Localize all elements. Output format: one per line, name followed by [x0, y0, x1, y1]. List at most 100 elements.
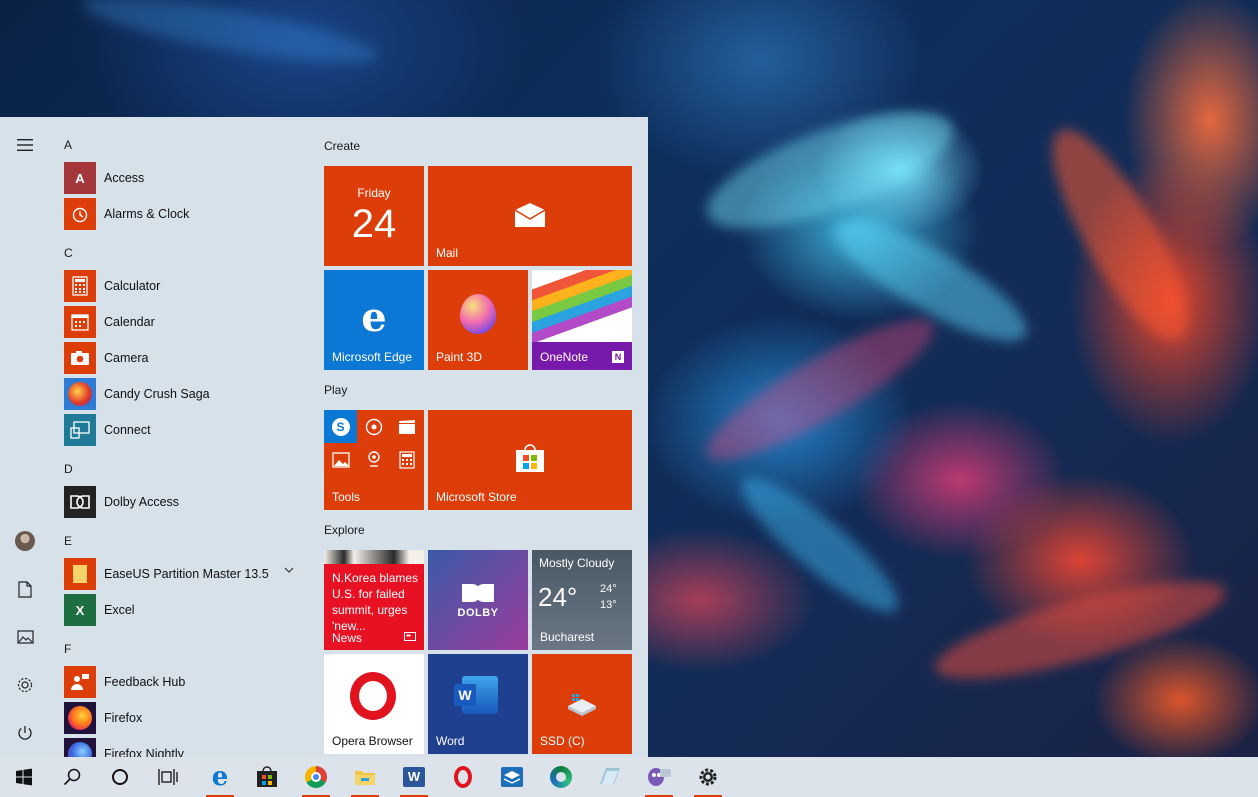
dolby-wordmark: DOLBY [457, 607, 499, 619]
app-item-dolby-access[interactable]: Dolby Access [64, 485, 304, 519]
section-header-e[interactable]: E [64, 534, 72, 548]
cortana-button[interactable] [96, 757, 144, 797]
onenote-tile[interactable]: OneNote N [532, 270, 632, 370]
microsoft-edge-tile[interactable]: e Microsoft Edge [324, 270, 424, 370]
power-icon [18, 726, 32, 740]
taskbar-hexchat-button[interactable] [635, 757, 683, 797]
calculator-icon [399, 451, 415, 469]
microsoft-store-tile[interactable]: Microsoft Store [428, 410, 632, 510]
search-button[interactable] [48, 757, 96, 797]
tile-group-play[interactable]: Play [324, 383, 347, 397]
app-item-feedback-hub[interactable]: Feedback Hub [64, 665, 304, 699]
document-icon [18, 580, 32, 598]
section-header-d[interactable]: D [64, 462, 73, 476]
weather-low: 13° [600, 599, 617, 611]
dolby-logo-icon [462, 584, 494, 602]
onenote-tile-label: OneNote [540, 350, 589, 364]
app-item-access[interactable]: A Access [64, 161, 304, 195]
avatar [15, 531, 35, 551]
news-tile[interactable]: N.Korea blames U.S. for failed summit, u… [324, 550, 424, 650]
app-item-calendar[interactable]: Calendar [64, 305, 304, 339]
opera-icon [454, 766, 472, 788]
taskbar-edge-dev-button[interactable] [537, 757, 585, 797]
pictures-button[interactable] [5, 617, 45, 657]
ssd-drive-tile[interactable]: SSD (C) [532, 654, 632, 754]
word-tile[interactable]: W Word [428, 654, 528, 754]
calendar-tile[interactable]: Friday 24 [324, 166, 424, 266]
section-header-c[interactable]: C [64, 246, 73, 260]
weather-high: 24° [600, 583, 617, 595]
calendar-day: Friday [357, 186, 391, 200]
photos-icon [332, 452, 350, 468]
chevron-down-icon[interactable] [284, 567, 294, 573]
opera-browser-tile[interactable]: Opera Browser [324, 654, 424, 754]
app-label: Dolby Access [104, 495, 180, 509]
documents-button[interactable] [5, 569, 45, 609]
app-label: Excel [104, 603, 135, 617]
camera-icon [64, 342, 96, 374]
edge-icon: e [211, 762, 229, 792]
start-rail [0, 117, 50, 757]
app-item-excel[interactable]: X Excel [64, 593, 304, 627]
section-header-a[interactable]: A [64, 138, 72, 152]
app-item-candy-crush-saga[interactable]: Candy Crush Saga [64, 377, 304, 411]
news-headline: N.Korea blames U.S. for failed summit, u… [332, 571, 419, 633]
edge-tile-label: Microsoft Edge [332, 350, 413, 364]
taskbar-opera-button[interactable] [439, 757, 487, 797]
paint-3d-icon [460, 294, 496, 334]
section-header-f[interactable]: F [64, 642, 71, 656]
tile-area: Create Friday 24 Mail e Microsoft Edge P… [324, 117, 634, 757]
task-view-button[interactable] [144, 757, 192, 797]
taskbar-virtualbox-button[interactable] [488, 757, 536, 797]
user-account-button[interactable] [5, 521, 45, 561]
mail-tile-label: Mail [436, 246, 459, 260]
taskbar-store-button[interactable] [243, 757, 291, 797]
word-tile-label: Word [436, 734, 465, 748]
app-label: Firefox [104, 711, 143, 725]
cortana-icon [112, 769, 128, 785]
hexchat-icon [648, 768, 671, 786]
edge-icon: e [361, 294, 387, 341]
ssd-tile-label: SSD (C) [540, 734, 585, 748]
taskbar-word-button[interactable]: W [390, 757, 438, 797]
word-icon: W [403, 767, 425, 787]
dolby-tile[interactable]: DOLBY [428, 550, 528, 650]
app-label: EaseUS Partition Master 13.5 [104, 567, 269, 581]
store-icon [257, 766, 277, 787]
mail-tile[interactable]: Mail [428, 166, 632, 266]
excel-icon: X [64, 594, 96, 626]
expand-menu-button[interactable] [5, 125, 45, 165]
tile-group-create[interactable]: Create [324, 139, 360, 153]
taskbar-file-explorer-button[interactable] [341, 757, 389, 797]
weather-tile[interactable]: Mostly Cloudy 24° 24° 13° Bucharest [532, 550, 632, 650]
app-label: Alarms & Clock [104, 207, 190, 221]
power-button[interactable] [5, 713, 45, 753]
taskbar-edge-button[interactable]: e [196, 757, 244, 797]
app-label: Connect [104, 423, 151, 437]
calendar-icon [64, 306, 96, 338]
app-item-calculator[interactable]: Calculator [64, 269, 304, 303]
app-item-easeus-partition-master[interactable]: EaseUS Partition Master 13.5 [64, 557, 304, 591]
app-label: Access [104, 171, 145, 185]
mail-icon [514, 203, 546, 227]
firefox-icon [64, 702, 96, 734]
taskbar-settings-button[interactable] [684, 757, 732, 797]
news-photo [324, 550, 424, 564]
app-item-camera[interactable]: Camera [64, 341, 304, 375]
app-item-alarms-clock[interactable]: Alarms & Clock [64, 197, 304, 231]
settings-button[interactable] [5, 665, 45, 705]
start-button[interactable] [0, 757, 48, 797]
taskbar-paint-button[interactable] [586, 757, 634, 797]
app-label: Firefox Nightly [104, 747, 184, 757]
skype-icon: S [324, 410, 357, 443]
tile-group-explore[interactable]: Explore [324, 523, 365, 537]
movies-tv-icon [399, 420, 415, 434]
app-item-firefox-nightly[interactable]: Firefox Nightly [64, 737, 304, 757]
paint-3d-tile[interactable]: Paint 3D [428, 270, 528, 370]
tools-folder-tile[interactable]: S Tools [324, 410, 424, 510]
taskbar-chrome-button[interactable] [292, 757, 340, 797]
app-item-firefox[interactable]: Firefox [64, 701, 304, 735]
app-label: Calculator [104, 279, 161, 293]
search-icon [63, 768, 81, 786]
app-item-connect[interactable]: Connect [64, 413, 304, 447]
